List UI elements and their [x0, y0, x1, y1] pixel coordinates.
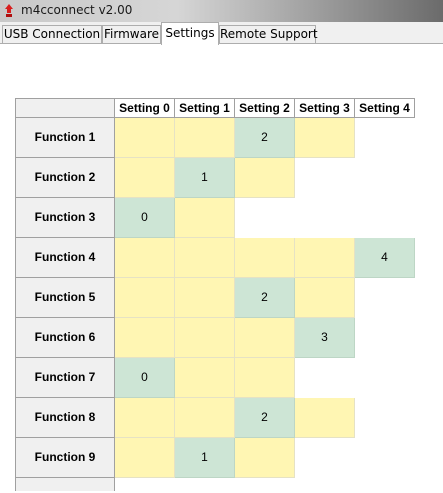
setting-cell[interactable]	[235, 438, 295, 478]
selected-setting-cell[interactable]: 2	[235, 118, 295, 158]
column-header-setting-2: Setting 2	[235, 98, 295, 118]
row-header-function-7: Function 7	[15, 358, 115, 398]
row-header-function-2: Function 2	[15, 158, 115, 198]
setting-cell[interactable]	[175, 238, 235, 278]
setting-cell[interactable]	[295, 118, 355, 158]
setting-cell[interactable]	[235, 158, 295, 198]
selected-setting-cell[interactable]: 1	[175, 158, 235, 198]
setting-cell[interactable]	[175, 118, 235, 158]
setting-cell[interactable]	[175, 398, 235, 438]
column-header-setting-4: Setting 4	[355, 98, 415, 118]
title-bar: m4cconnect v2.00	[0, 0, 443, 22]
row-header-function-3: Function 3	[15, 198, 115, 238]
app-icon	[5, 4, 13, 17]
tab-settings[interactable]: Settings	[161, 22, 219, 45]
grid-corner-header	[15, 98, 115, 118]
row-header-function-1: Function 1	[15, 118, 115, 158]
column-header-setting-0: Setting 0	[115, 98, 175, 118]
row-header-function-6: Function 6	[15, 318, 115, 358]
setting-cell[interactable]	[175, 318, 235, 358]
column-header-setting-3: Setting 3	[295, 98, 355, 118]
setting-cell[interactable]	[115, 118, 175, 158]
selected-setting-cell[interactable]: 4	[355, 238, 415, 278]
window-title: m4cconnect v2.00	[21, 3, 133, 17]
settings-grid: Setting 0 Setting 1 Setting 2 Setting 3 …	[15, 98, 416, 491]
setting-cell[interactable]	[295, 398, 355, 438]
setting-cell[interactable]	[115, 278, 175, 318]
setting-cell[interactable]	[175, 358, 235, 398]
tab-firmware[interactable]: Firmware	[102, 25, 161, 43]
row-header-function-8: Function 8	[15, 398, 115, 438]
row-header-function-4: Function 4	[15, 238, 115, 278]
setting-cell[interactable]	[235, 358, 295, 398]
setting-cell[interactable]	[235, 318, 295, 358]
row-header-filler	[15, 478, 115, 491]
tab-usb-connection[interactable]: USB Connection	[2, 25, 102, 43]
row-header-function-5: Function 5	[15, 278, 115, 318]
setting-cell[interactable]	[115, 438, 175, 478]
setting-cell[interactable]	[295, 278, 355, 318]
row-header-function-9: Function 9	[15, 438, 115, 478]
column-header-setting-1: Setting 1	[175, 98, 235, 118]
selected-setting-cell[interactable]: 2	[235, 278, 295, 318]
selected-setting-cell[interactable]: 0	[115, 358, 175, 398]
setting-cell[interactable]	[175, 198, 235, 238]
setting-cell[interactable]	[115, 158, 175, 198]
selected-setting-cell[interactable]: 3	[295, 318, 355, 358]
selected-setting-cell[interactable]: 1	[175, 438, 235, 478]
setting-cell[interactable]	[175, 278, 235, 318]
setting-cell[interactable]	[115, 398, 175, 438]
setting-cell[interactable]	[235, 238, 295, 278]
selected-setting-cell[interactable]: 2	[235, 398, 295, 438]
selected-setting-cell[interactable]: 0	[115, 198, 175, 238]
setting-cell[interactable]	[115, 318, 175, 358]
setting-cell[interactable]	[115, 238, 175, 278]
setting-cell[interactable]	[295, 238, 355, 278]
tab-remote-support[interactable]: Remote Support	[219, 25, 318, 43]
